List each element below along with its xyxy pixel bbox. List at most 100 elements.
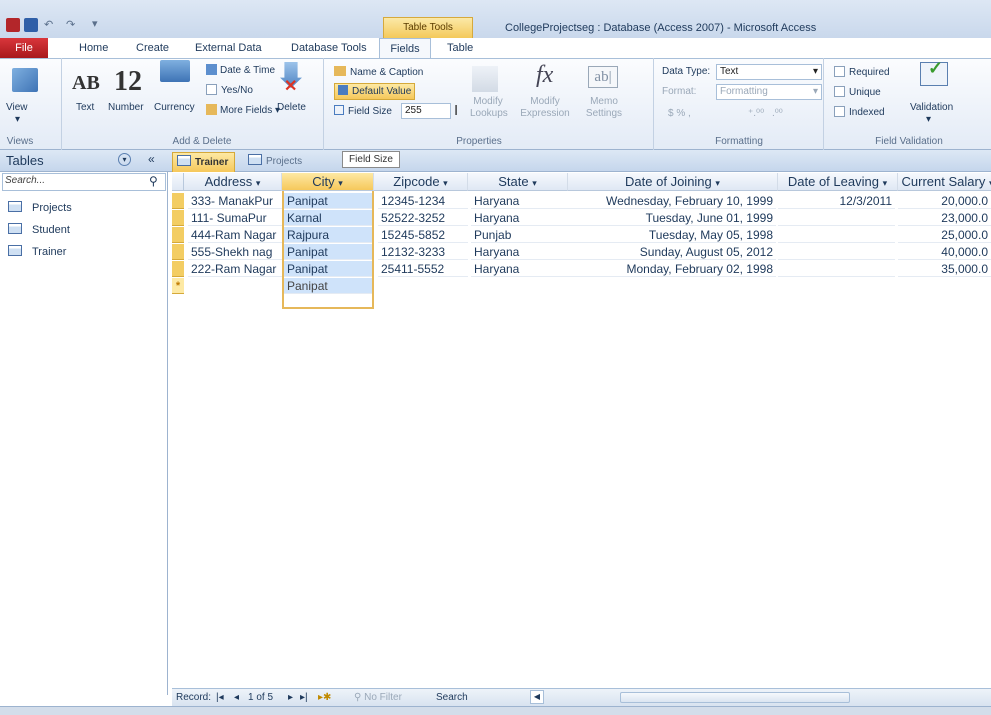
cell-current-salary[interactable]: 35,000.0 [898,261,991,277]
number-field-icon[interactable]: 12 [114,66,142,98]
cell-date-of-leaving[interactable]: 12/3/2011 [778,193,895,209]
cell-state[interactable]: Punjab [471,227,568,243]
tab-fields[interactable]: Fields [379,38,431,58]
nav-item-projects[interactable]: Projects [8,197,72,219]
cell-date-of-joining[interactable]: Monday, February 02, 1998 [568,261,776,277]
first-record-icon[interactable]: |◂ [216,689,224,706]
decimal-decrease-icon[interactable]: .⁰⁰ [772,108,783,119]
cell-current-salary[interactable]: 20,000.0 [898,193,991,209]
modify-lookups-button[interactable]: Modify Lookups [470,96,508,120]
sort-arrow-icon[interactable]: ▾ [338,178,343,188]
indexed-checkbox[interactable]: Indexed [834,106,885,118]
cell-city[interactable]: Panipat [284,193,372,209]
doc-tab-trainer[interactable]: Trainer [172,152,236,172]
nav-item-student[interactable]: Student [8,219,70,241]
scroll-left-icon[interactable]: ◀ [530,690,544,704]
cell-date-of-leaving[interactable] [778,210,895,226]
cell-current-salary[interactable]: 40,000.0 [898,244,991,260]
cell-date-of-leaving[interactable] [778,244,895,260]
search-icon[interactable]: ⚲ [149,174,158,188]
delete-field-button[interactable]: Delete [277,102,306,113]
nav-item-trainer[interactable]: Trainer [8,241,66,263]
cell-city-default[interactable]: Panipat [284,278,372,294]
redo-icon[interactable]: ↷ [66,18,75,31]
date-time-field-button[interactable]: Date & Time [206,64,275,76]
cell-current-salary[interactable]: 23,000.0 [898,210,991,226]
cell-address[interactable]: 333- ManakPur [188,193,282,209]
cell-city[interactable]: Rajpura [284,227,372,243]
previous-record-icon[interactable]: ◂ [234,689,239,706]
horizontal-scrollbar-thumb[interactable] [620,692,850,703]
sort-arrow-icon[interactable]: ▾ [715,178,720,188]
view-button[interactable]: View [6,102,28,113]
cell-zipcode[interactable]: 12132-3233 [378,244,468,260]
access-app-icon[interactable] [6,18,20,32]
cell-city[interactable]: Panipat [284,261,372,277]
modify-expression-button[interactable]: Modify Expression [520,96,570,120]
default-value-button[interactable]: Default Value [334,83,416,100]
row-selector[interactable] [172,227,184,243]
cell-zipcode[interactable]: 25411-5552 [378,261,468,277]
tab-create[interactable]: Create [128,38,177,58]
text-field-icon[interactable]: AB [72,72,100,95]
text-field-button[interactable]: Text [76,102,94,113]
column-header-date-of-joining[interactable]: Date of Joining ▾ [568,173,778,191]
sort-arrow-icon[interactable]: ▾ [256,178,261,188]
cell-address[interactable]: 111- SumaPur [188,210,282,226]
name-caption-button[interactable]: Name & Caption [334,66,423,78]
unique-checkbox[interactable]: Unique [834,86,881,98]
new-record-icon[interactable]: ▸✱ [318,689,331,706]
column-header-state[interactable]: State ▾ [468,173,568,191]
column-header-address[interactable]: Address ▾ [184,173,282,191]
row-selector[interactable] [172,210,184,226]
cell-city[interactable]: Panipat [284,244,372,260]
sort-arrow-icon[interactable]: ▾ [532,178,537,188]
nav-search-box[interactable]: Search... ⚲ [2,173,166,191]
modify-lookups-icon[interactable] [472,66,498,92]
view-dropdown-icon[interactable]: ▾ [15,114,20,125]
cell-zipcode[interactable]: 15245-5852 [378,227,468,243]
column-header-current-salary[interactable]: Current Salary ▾ [898,173,991,191]
customize-qat-icon[interactable]: ▾ [92,17,98,30]
tab-file[interactable]: File [0,38,48,58]
row-selector[interactable] [172,193,184,209]
cell-date-of-leaving[interactable] [778,227,895,243]
cell-date-of-leaving[interactable] [778,261,895,277]
currency-field-button[interactable]: Currency [154,102,195,113]
required-checkbox[interactable]: Required [834,66,890,78]
nav-options-icon[interactable]: ▾ [118,153,131,166]
search-field[interactable]: Search [436,689,468,706]
select-all-cell[interactable] [172,173,184,191]
row-selector[interactable] [172,244,184,260]
fx-expression-icon[interactable]: fx [536,62,553,89]
cell-date-of-joining[interactable]: Tuesday, June 01, 1999 [568,210,776,226]
undo-icon[interactable]: ↶ [44,18,53,31]
format-select[interactable]: Formatting ▾ [716,84,822,100]
cell-address[interactable]: 444-Ram Nagar [188,227,282,243]
cell-date-of-joining[interactable]: Wednesday, February 10, 1999 [568,193,776,209]
number-field-button[interactable]: Number [108,102,144,113]
view-icon[interactable] [12,68,38,92]
data-type-select[interactable]: Text ▾ [716,64,822,80]
validation-dropdown-icon[interactable]: ▾ [926,114,931,125]
currency-format-buttons[interactable]: $ % , [668,108,691,119]
nav-search-input[interactable]: Search... [5,175,45,186]
cell-state[interactable]: Haryana [471,193,568,209]
cell-date-of-joining[interactable]: Sunday, August 05, 2012 [568,244,776,260]
new-record-marker[interactable]: * [172,278,184,294]
cell-date-of-joining[interactable]: Tuesday, May 05, 1998 [568,227,776,243]
navigation-pane-header[interactable]: Tables ▾ « [0,150,168,172]
column-header-date-of-leaving[interactable]: Date of Leaving ▾ [778,173,898,191]
cell-zipcode[interactable]: 52522-3252 [378,210,468,226]
column-header-zipcode[interactable]: Zipcode ▾ [374,173,468,191]
row-selector[interactable] [172,261,184,277]
record-position[interactable]: 1 of 5 [248,689,273,706]
validation-button[interactable]: Validation [910,102,953,113]
cell-address[interactable]: 555-Shekh nag [188,244,282,260]
sort-arrow-icon[interactable]: ▾ [443,178,448,188]
cell-state[interactable]: Haryana [471,210,568,226]
more-fields-button[interactable]: More Fields ▾ [206,104,280,116]
currency-field-icon[interactable] [160,60,190,82]
next-record-icon[interactable]: ▸ [288,689,293,706]
sort-arrow-icon[interactable]: ▾ [883,178,888,188]
